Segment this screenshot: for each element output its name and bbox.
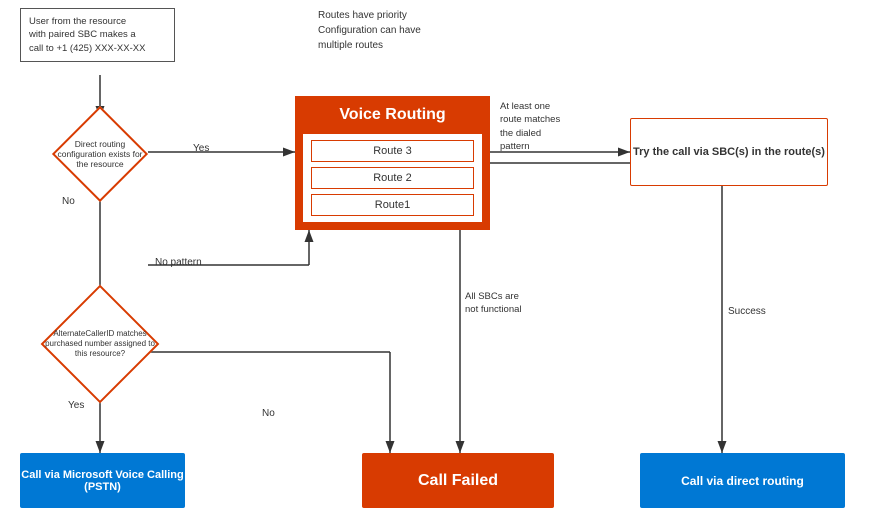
route-1: Route1 — [311, 194, 474, 216]
route-3: Route 3 — [311, 140, 474, 162]
routes-note: Routes have priority Configuration can h… — [318, 8, 421, 53]
box-call-failed: Call Failed — [362, 453, 554, 508]
label-all-sbcs: All SBCs are not functional — [465, 290, 522, 317]
box-pstn: Call via Microsoft Voice Calling (PSTN) — [20, 453, 185, 508]
arrows-svg — [0, 0, 876, 516]
routes-list: Route 3 Route 2 Route1 — [303, 134, 482, 222]
box-sbc: Try the call via SBC(s) in the route(s) — [630, 118, 828, 186]
diagram: User from the resource with paired SBC m… — [0, 0, 876, 516]
label-success: Success — [728, 306, 766, 317]
label-yes2: Yes — [68, 400, 84, 411]
diamond-alternate-caller-id: AlternateCallerID matches purchased numb… — [36, 300, 164, 388]
label-yes1: Yes — [193, 143, 209, 154]
voice-routing-block: Voice Routing Route 3 Route 2 Route1 — [295, 96, 490, 230]
box-direct-routing: Call via direct routing — [640, 453, 845, 508]
label-at-least-one: At least one route matches the dialed pa… — [500, 100, 620, 153]
label-no-pattern: No pattern — [155, 257, 202, 268]
label-no1: No — [62, 196, 75, 207]
start-note: User from the resource with paired SBC m… — [20, 8, 175, 62]
diamond-direct-routing-config: Direct routing configuration exists for … — [48, 118, 152, 190]
label-no2: No — [262, 408, 275, 419]
route-2: Route 2 — [311, 167, 474, 189]
